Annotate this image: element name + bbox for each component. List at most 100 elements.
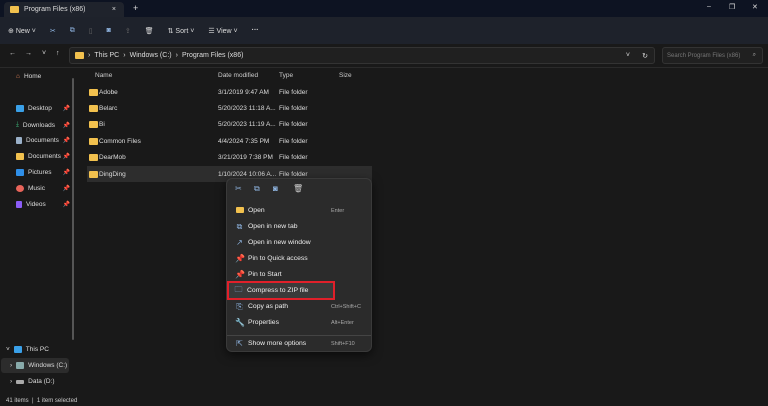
sidebar-item-windows-c[interactable]: › Windows (C:) [10,362,70,369]
tab-program-files[interactable]: Program Files (x86) × [4,2,124,17]
sidebar-item-music[interactable]: Music 📌 [16,185,72,192]
status-bar: 41 items | 1 item selected [6,398,78,404]
chevron-icon: › [175,52,178,59]
file-row[interactable]: Adobe 3/1/2019 9:47 AM File folder [87,84,372,100]
menu-label: Copy as path [248,303,289,310]
delete-icon[interactable]: 🗑 [145,27,154,35]
menu-item-open[interactable]: Open Enter [230,203,369,218]
column-header-date[interactable]: Date modified [218,72,258,79]
up-icon[interactable]: ↑ [56,50,60,57]
chevron-right-icon: › [10,378,13,385]
new-button[interactable]: ⊕ New ˅ [8,27,36,35]
folder-icon [89,170,98,178]
selection-count: 1 item selected [36,398,78,404]
sidebar-label: This PC [25,346,49,353]
drive-icon [16,362,25,369]
pin-icon: 📌 [62,122,70,129]
file-type: File folder [279,121,308,129]
sidebar-item-documents-folder[interactable]: Documents 📌 [16,153,72,160]
file-name: Belarc [99,104,118,112]
menu-item-show-more-options[interactable]: ⇱ Show more options Shift+F10 [230,336,369,351]
rename-icon[interactable]: ◙ [107,27,111,34]
menu-label: Properties [248,319,279,326]
file-date: 4/4/2024 7:35 PM [218,137,270,145]
sidebar-label: Videos [26,201,46,208]
pin-icon: 📌 [62,186,70,192]
folder-icon [89,104,98,112]
menu-item-compress-to-zip-file[interactable]: 🗀 Compress to ZIP file [227,281,335,300]
minimize-button[interactable]: – [707,3,711,10]
desktop-icon [16,105,24,112]
sidebar-item-this-pc[interactable]: ˅ This PC [6,346,62,353]
maximize-button[interactable]: ❐ [729,3,735,11]
forward-icon[interactable]: → [25,50,32,57]
column-header-name[interactable]: Name [95,72,112,79]
menu-label: Compress to ZIP file [247,287,309,294]
file-row[interactable]: Bi 5/20/2023 11:19 A... File folder [87,117,372,133]
breadcrumb-this-pc[interactable]: This PC [94,52,119,59]
menu-item-open-in-new-window[interactable]: ↗ Open in new window [230,235,369,250]
address-bar[interactable]: › This PC › Windows (C:) › Program Files (… [69,47,655,64]
menu-label: Pin to Start [248,271,282,278]
sort-button[interactable]: ⇅ Sort ˅ [168,27,195,35]
sidebar-item-data-d[interactable]: › Data (D:) [10,378,66,385]
paste-icon[interactable]: ▯ [89,27,93,35]
sidebar-item-documents[interactable]: Documents 📌 [16,137,72,144]
file-row[interactable]: DearMob 3/21/2019 7:38 PM File folder [87,150,372,166]
title-bar: Program Files (x86) × + – ❐ ✕ [0,0,768,17]
sidebar-scrollbar[interactable] [72,78,74,340]
menu-item-properties[interactable]: 🔧 Properties Alt+Enter [230,315,369,330]
breadcrumb-windows-c[interactable]: Windows (C:) [130,52,172,59]
pin-icon: 📌 [62,154,70,160]
breadcrumb-program-files[interactable]: Program Files (x86) [182,52,243,59]
file-date: 3/1/2019 9:47 AM [218,88,269,96]
copy-icon[interactable]: ⧉ [254,184,260,194]
delete-icon[interactable]: 🗑 [293,184,303,193]
rename-icon[interactable]: ◙ [273,184,278,193]
folder-icon [89,137,98,145]
recent-icon[interactable]: ˅ [42,50,46,57]
back-icon[interactable]: ← [9,50,16,57]
pictures-icon [16,169,24,176]
menu-item-open-in-new-tab[interactable]: ⧉ Open in new tab [230,219,369,234]
file-type: File folder [279,104,308,112]
cut-icon[interactable]: ✂ [50,27,56,35]
sidebar-item-home[interactable]: ⌂ Home [16,73,72,80]
close-tab-button[interactable]: × [112,6,116,13]
file-type: File folder [279,88,308,96]
column-header-type[interactable]: Type [279,72,293,79]
column-header-size[interactable]: Size [339,72,352,79]
share-icon[interactable]: ⇪ [125,27,131,35]
menu-item-copy-as-path[interactable]: ⎘ Copy as path Ctrl+Shift+C [230,299,369,314]
file-row[interactable]: Belarc 5/20/2023 11:18 A... File folder [87,100,372,116]
menu-label: Open [248,207,265,214]
new-tab-button[interactable]: + [133,3,138,13]
command-bar: ⊕ New ˅ ✂ ⧉ ▯ ◙ ⇪ 🗑 ⇅ Sort ˅ ☰ View ˅ ··… [0,17,768,44]
menu-item-pin-to-quick-access[interactable]: 📌 Pin to Quick access [230,251,369,266]
more-options-icon: ⇱ [236,339,243,348]
videos-icon [16,201,22,208]
sidebar-item-pictures[interactable]: Pictures 📌 [16,169,72,176]
copy-icon[interactable]: ⧉ [70,27,75,35]
sidebar-item-videos[interactable]: Videos 📌 [16,201,72,208]
close-button[interactable]: ✕ [752,3,758,11]
refresh-icon[interactable]: ↻ [642,52,648,60]
sidebar-item-downloads[interactable]: ⤓ Downloads 📌 [16,121,72,129]
file-date: 5/20/2023 11:18 A... [218,104,276,112]
more-button[interactable]: ··· [252,27,259,34]
sidebar-label: Data (D:) [28,378,55,385]
file-name: Adobe [99,88,118,96]
file-row[interactable]: Common Files 4/4/2024 7:35 PM File folde… [87,133,372,149]
folder-icon [75,52,84,59]
navigation-pane: ⌂ Home Desktop 📌 ⤓ Downloads 📌 Documents 📌 Do… [0,68,75,396]
cut-icon[interactable]: ✂ [235,184,242,193]
history-dropdown-icon[interactable]: ˅ [626,52,630,59]
file-name: Common Files [99,137,141,145]
view-button[interactable]: ☰ View ˅ [208,27,237,35]
menu-item-pin-to-start[interactable]: 📌 Pin to Start [230,267,369,282]
file-date: 3/21/2019 7:38 PM [218,154,273,162]
search-input[interactable]: Search Program Files (x86) ⌕ [662,47,763,64]
context-menu: ✂ ⧉ ◙ 🗑 Open Enter ⧉ Open in new tab ↗ Op… [226,178,372,352]
sidebar-item-desktop[interactable]: Desktop 📌 [16,105,72,112]
menu-shortcut: Shift+F10 [331,340,355,347]
